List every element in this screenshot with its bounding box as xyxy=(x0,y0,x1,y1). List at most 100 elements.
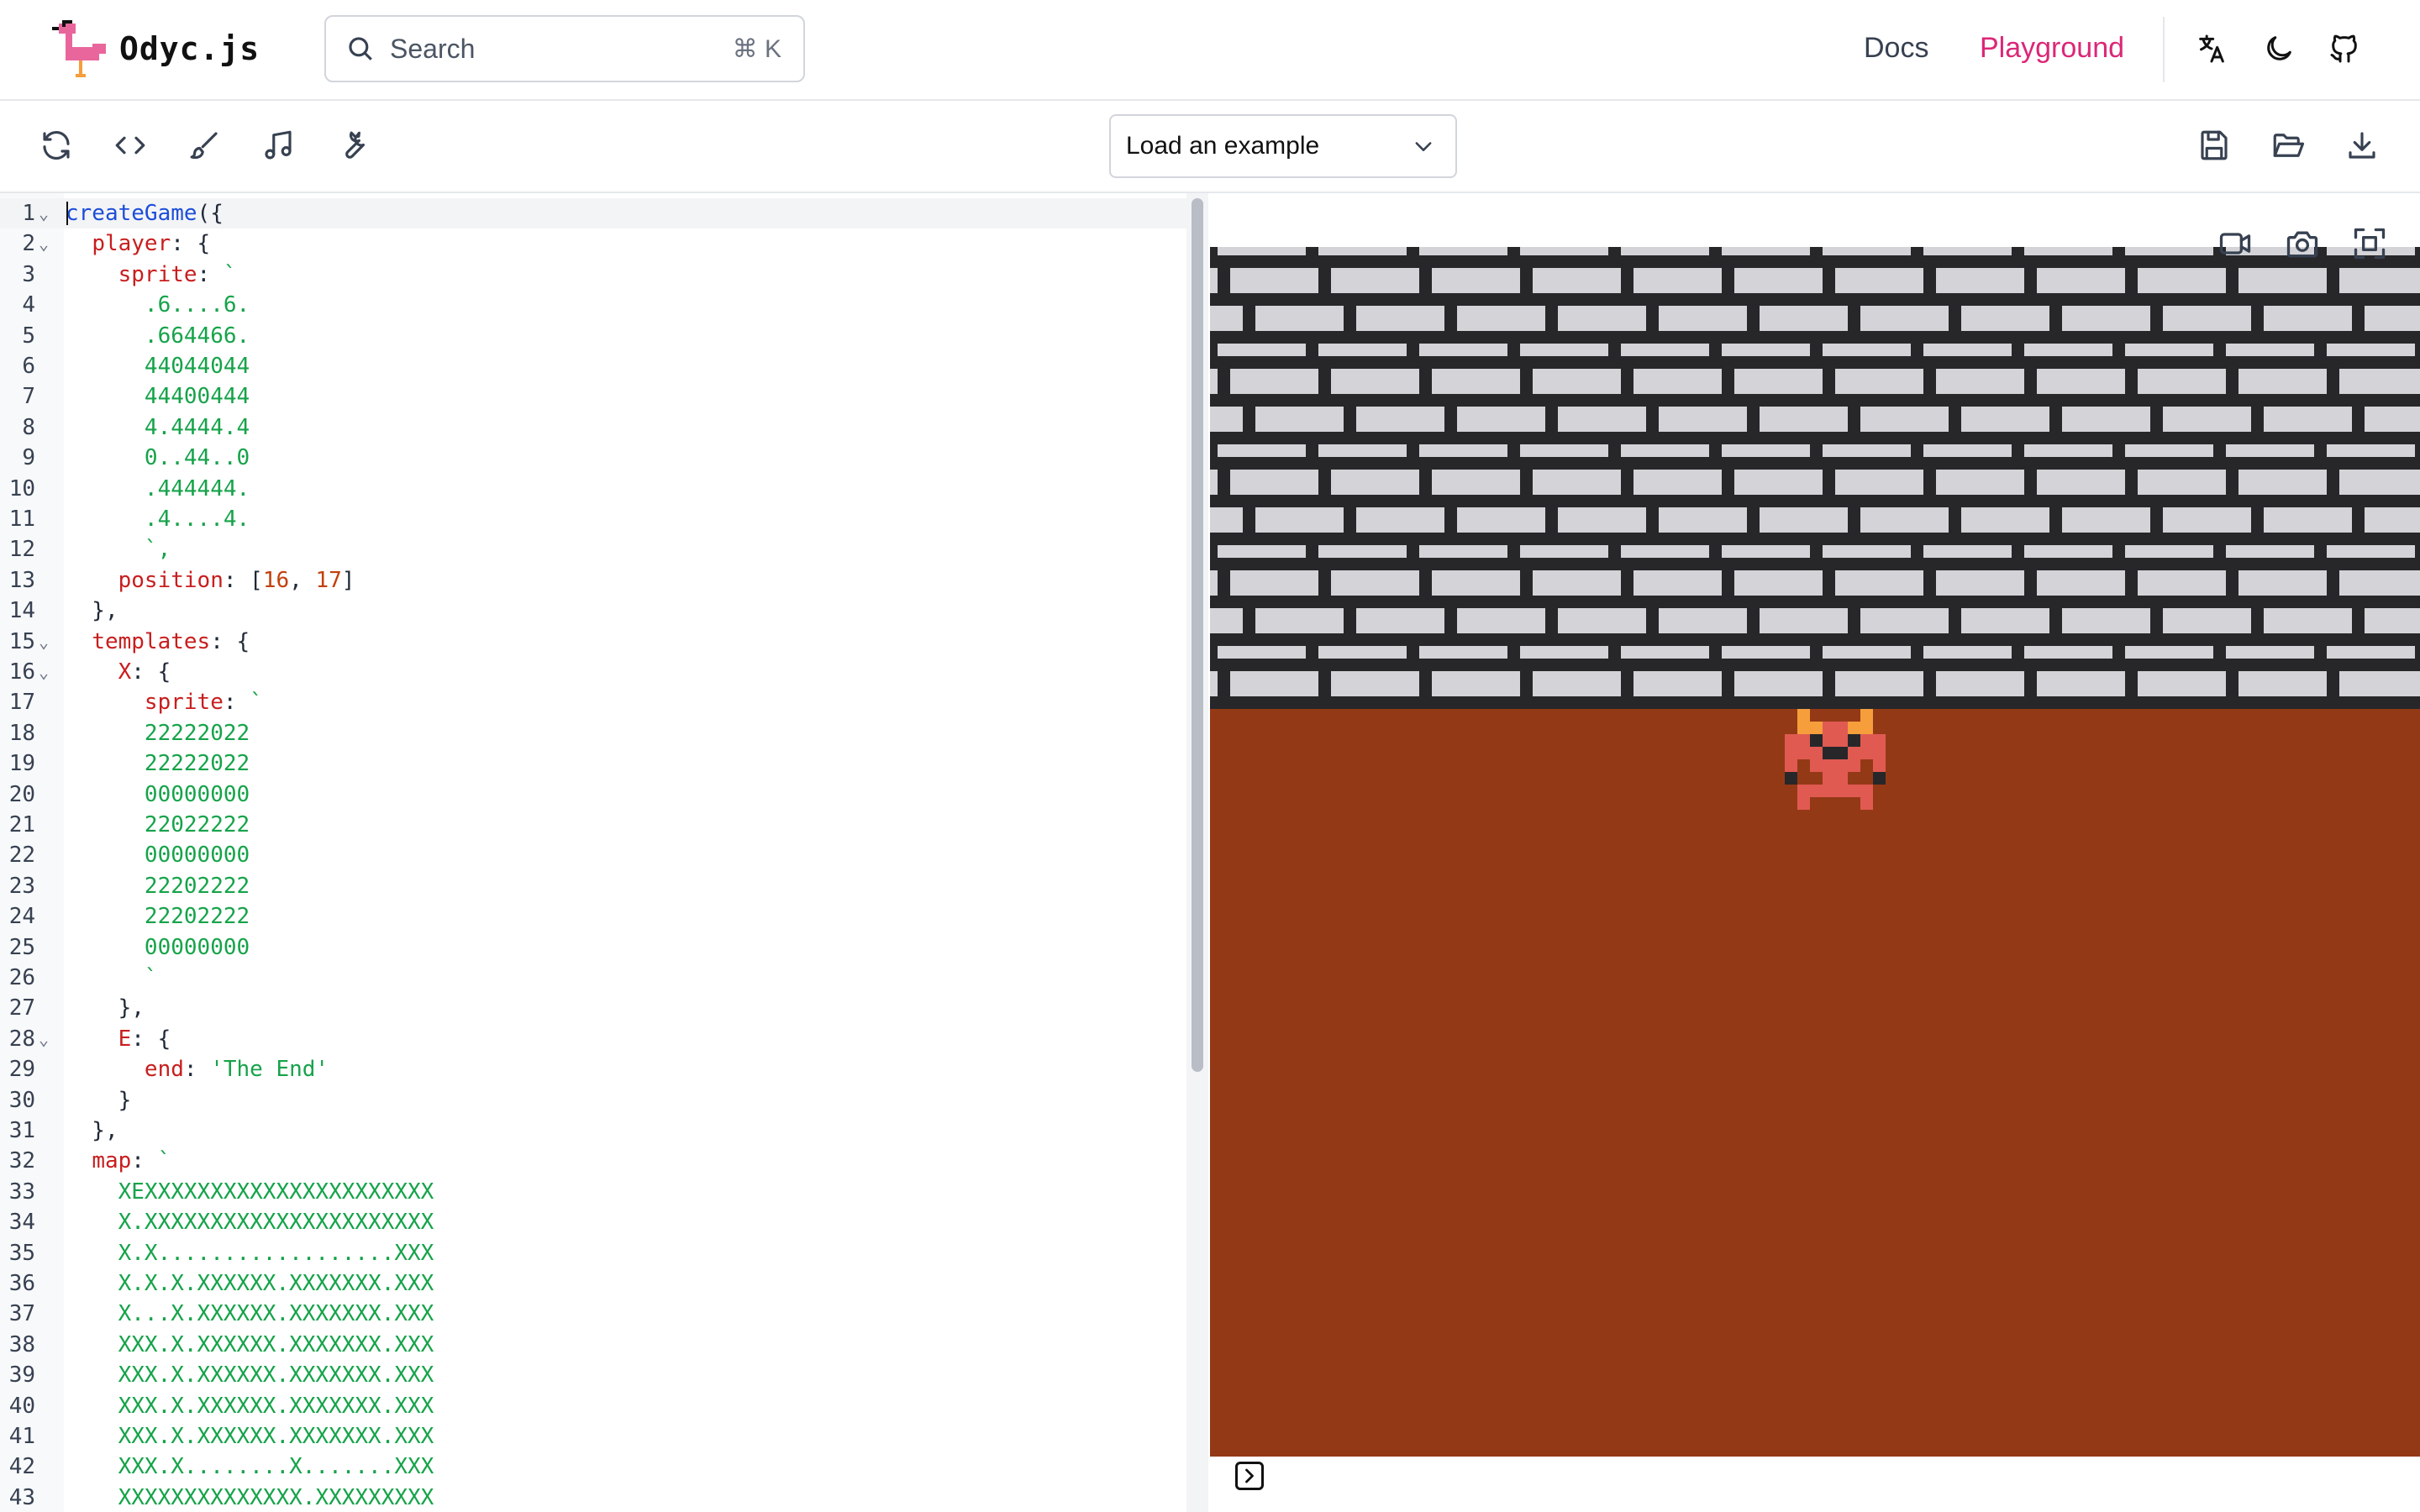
line-number: 5 xyxy=(22,323,35,349)
code-line[interactable]: 12 `, xyxy=(0,534,1176,564)
folder-open-icon[interactable] xyxy=(2270,128,2306,163)
code-line[interactable]: 31 }, xyxy=(0,1116,1176,1146)
fullscreen-icon[interactable] xyxy=(2351,225,2388,262)
wall-tile xyxy=(1210,507,1281,608)
fold-chevron-icon[interactable]: ⌄ xyxy=(39,627,49,657)
code-text: 22222022 xyxy=(144,720,250,746)
game-canvas[interactable] xyxy=(1210,247,2420,1457)
camera-icon[interactable] xyxy=(2284,225,2321,262)
code-line[interactable]: 43 XXXXXXXXXXXXXX.XXXXXXXXX xyxy=(0,1483,1176,1512)
wall-tile xyxy=(1381,507,1482,608)
code-line[interactable]: 15 ⌄ templates: { xyxy=(0,627,1176,657)
wrench-icon[interactable] xyxy=(334,128,370,163)
wall-tile xyxy=(1583,247,1684,306)
save-icon[interactable] xyxy=(2196,128,2232,163)
code-line[interactable]: 37 X...X.XXXXXX.XXXXXXX.XXX xyxy=(0,1299,1176,1329)
app-name: Odyc.js xyxy=(119,30,260,67)
code-line[interactable]: 13 position: [16, 17] xyxy=(0,565,1176,596)
moon-icon[interactable] xyxy=(2262,32,2296,66)
nav-link-docs[interactable]: Docs xyxy=(1864,32,1928,65)
wall-tile xyxy=(1684,247,1785,306)
code-text: X.X..................XXX xyxy=(118,1240,434,1266)
example-select[interactable]: Load an example xyxy=(1109,114,1457,178)
player-sprite xyxy=(1785,709,1886,810)
fold-chevron-icon[interactable]: ⌄ xyxy=(39,1024,49,1054)
code-line[interactable]: 16 ⌄ X: { xyxy=(0,657,1176,687)
code-line[interactable]: 35 X.X..................XXX xyxy=(0,1238,1176,1268)
code-line[interactable]: 10 .444444. xyxy=(0,474,1176,504)
wall-tile xyxy=(1583,507,1684,608)
wall-tile xyxy=(1381,608,1482,709)
code-text: X.XXXXXXXXXXXXXXXXXXXXXX xyxy=(118,1210,434,1236)
wall-tile xyxy=(1281,247,1381,306)
code-line[interactable]: 6 44044044 xyxy=(0,351,1176,381)
wall-tile xyxy=(1986,306,2087,407)
brush-icon[interactable] xyxy=(187,128,222,163)
code-line[interactable]: 33 XEXXXXXXXXXXXXXXXXXXXXXX xyxy=(0,1177,1176,1207)
code-line[interactable]: 5 .664466. xyxy=(0,321,1176,351)
line-number: 40 xyxy=(8,1393,35,1419)
code-line[interactable]: 32 map: ` xyxy=(0,1146,1176,1176)
code-line[interactable]: 18 22222022 xyxy=(0,718,1176,748)
code-line[interactable]: 8 4.4444.4 xyxy=(0,412,1176,443)
code-line[interactable]: 42 XXX.X........X.......XXX xyxy=(0,1452,1176,1482)
code-line[interactable]: 3 sprite: ` xyxy=(0,260,1176,290)
wall-tile xyxy=(1684,407,1785,507)
fold-chevron-icon[interactable]: ⌄ xyxy=(39,657,49,687)
download-icon[interactable] xyxy=(2344,128,2380,163)
app-logo[interactable]: Odyc.js xyxy=(52,18,260,79)
search-input[interactable]: Search ⌘ K xyxy=(324,15,805,82)
code-icon[interactable] xyxy=(113,128,148,163)
wall-tile xyxy=(1482,507,1583,608)
run-console-button[interactable] xyxy=(1235,1462,1264,1490)
code-line[interactable]: 22 00000000 xyxy=(0,840,1176,870)
code-line[interactable]: 29 end: 'The End' xyxy=(0,1054,1176,1084)
code-line[interactable]: 25 00000000 xyxy=(0,932,1176,963)
code-line[interactable]: 9 0..44..0 xyxy=(0,443,1176,473)
fold-chevron-icon[interactable]: ⌄ xyxy=(39,198,49,228)
code-text: X: { xyxy=(118,659,171,685)
code-text: } xyxy=(66,1087,132,1113)
nav-link-playground[interactable]: Playground xyxy=(1980,32,2124,65)
code-line[interactable]: 39 XXX.X.XXXXXX.XXXXXXX.XXX xyxy=(0,1360,1176,1390)
code-text: end: 'The End' xyxy=(144,1057,329,1083)
code-line[interactable]: 1 ⌄ createGame({ xyxy=(0,198,1176,228)
line-number: 31 xyxy=(8,1118,35,1143)
code-line[interactable]: 11 .4....4. xyxy=(0,504,1176,534)
code-line[interactable]: 26 ` xyxy=(0,963,1176,993)
music-note-icon[interactable] xyxy=(260,128,296,163)
code-line[interactable]: 34 X.XXXXXXXXXXXXXXXXXXXXXX xyxy=(0,1207,1176,1237)
wall-tile xyxy=(1886,247,1986,306)
code-line[interactable]: 38 XXX.X.XXXXXX.XXXXXXX.XXX xyxy=(0,1330,1176,1360)
code-line[interactable]: 30 } xyxy=(0,1085,1176,1116)
code-line[interactable]: 17 sprite: ` xyxy=(0,687,1176,717)
code-line[interactable]: 36 X.X.X.XXXXXX.XXXXXXX.XXX xyxy=(0,1268,1176,1299)
wall-tile xyxy=(2390,407,2420,507)
code-line[interactable]: 20 00000000 xyxy=(0,780,1176,810)
refresh-icon[interactable] xyxy=(39,128,74,163)
video-camera-icon[interactable] xyxy=(2217,225,2254,262)
line-number: 11 xyxy=(8,507,35,532)
code-line[interactable]: 40 XXX.X.XXXXXX.XXXXXXX.XXX xyxy=(0,1391,1176,1421)
fold-chevron-icon[interactable]: ⌄ xyxy=(39,228,49,259)
github-icon[interactable] xyxy=(2328,32,2361,66)
code-editor[interactable]: 1 ⌄ createGame({2 ⌄ player: {3 sprite: ` 4 .… xyxy=(0,193,1186,1512)
line-number: 6 xyxy=(22,354,35,379)
code-line[interactable]: 24 22202222 xyxy=(0,901,1176,932)
editor-scrollbar-thumb[interactable] xyxy=(1192,198,1203,1072)
code-line[interactable]: 21 22022222 xyxy=(0,810,1176,840)
code-line[interactable]: 41 XXX.X.XXXXXX.XXXXXXX.XXX xyxy=(0,1421,1176,1452)
translate-icon[interactable] xyxy=(2195,32,2228,66)
wall-tile xyxy=(1785,507,1886,608)
code-line[interactable]: 19 22222022 xyxy=(0,748,1176,779)
code-line[interactable]: 4 .6....6. xyxy=(0,290,1176,320)
code-line[interactable]: 27 }, xyxy=(0,993,1176,1023)
code-text: 22202222 xyxy=(144,873,250,899)
wall-tile xyxy=(2087,608,2188,709)
code-line[interactable]: 2 ⌄ player: { xyxy=(0,228,1176,259)
code-line[interactable]: 7 44400444 xyxy=(0,381,1176,412)
code-line[interactable]: 14 }, xyxy=(0,596,1176,626)
code-line[interactable]: 28 ⌄ E: { xyxy=(0,1024,1176,1054)
wall-tile xyxy=(1886,306,1986,407)
code-line[interactable]: 23 22202222 xyxy=(0,871,1176,901)
